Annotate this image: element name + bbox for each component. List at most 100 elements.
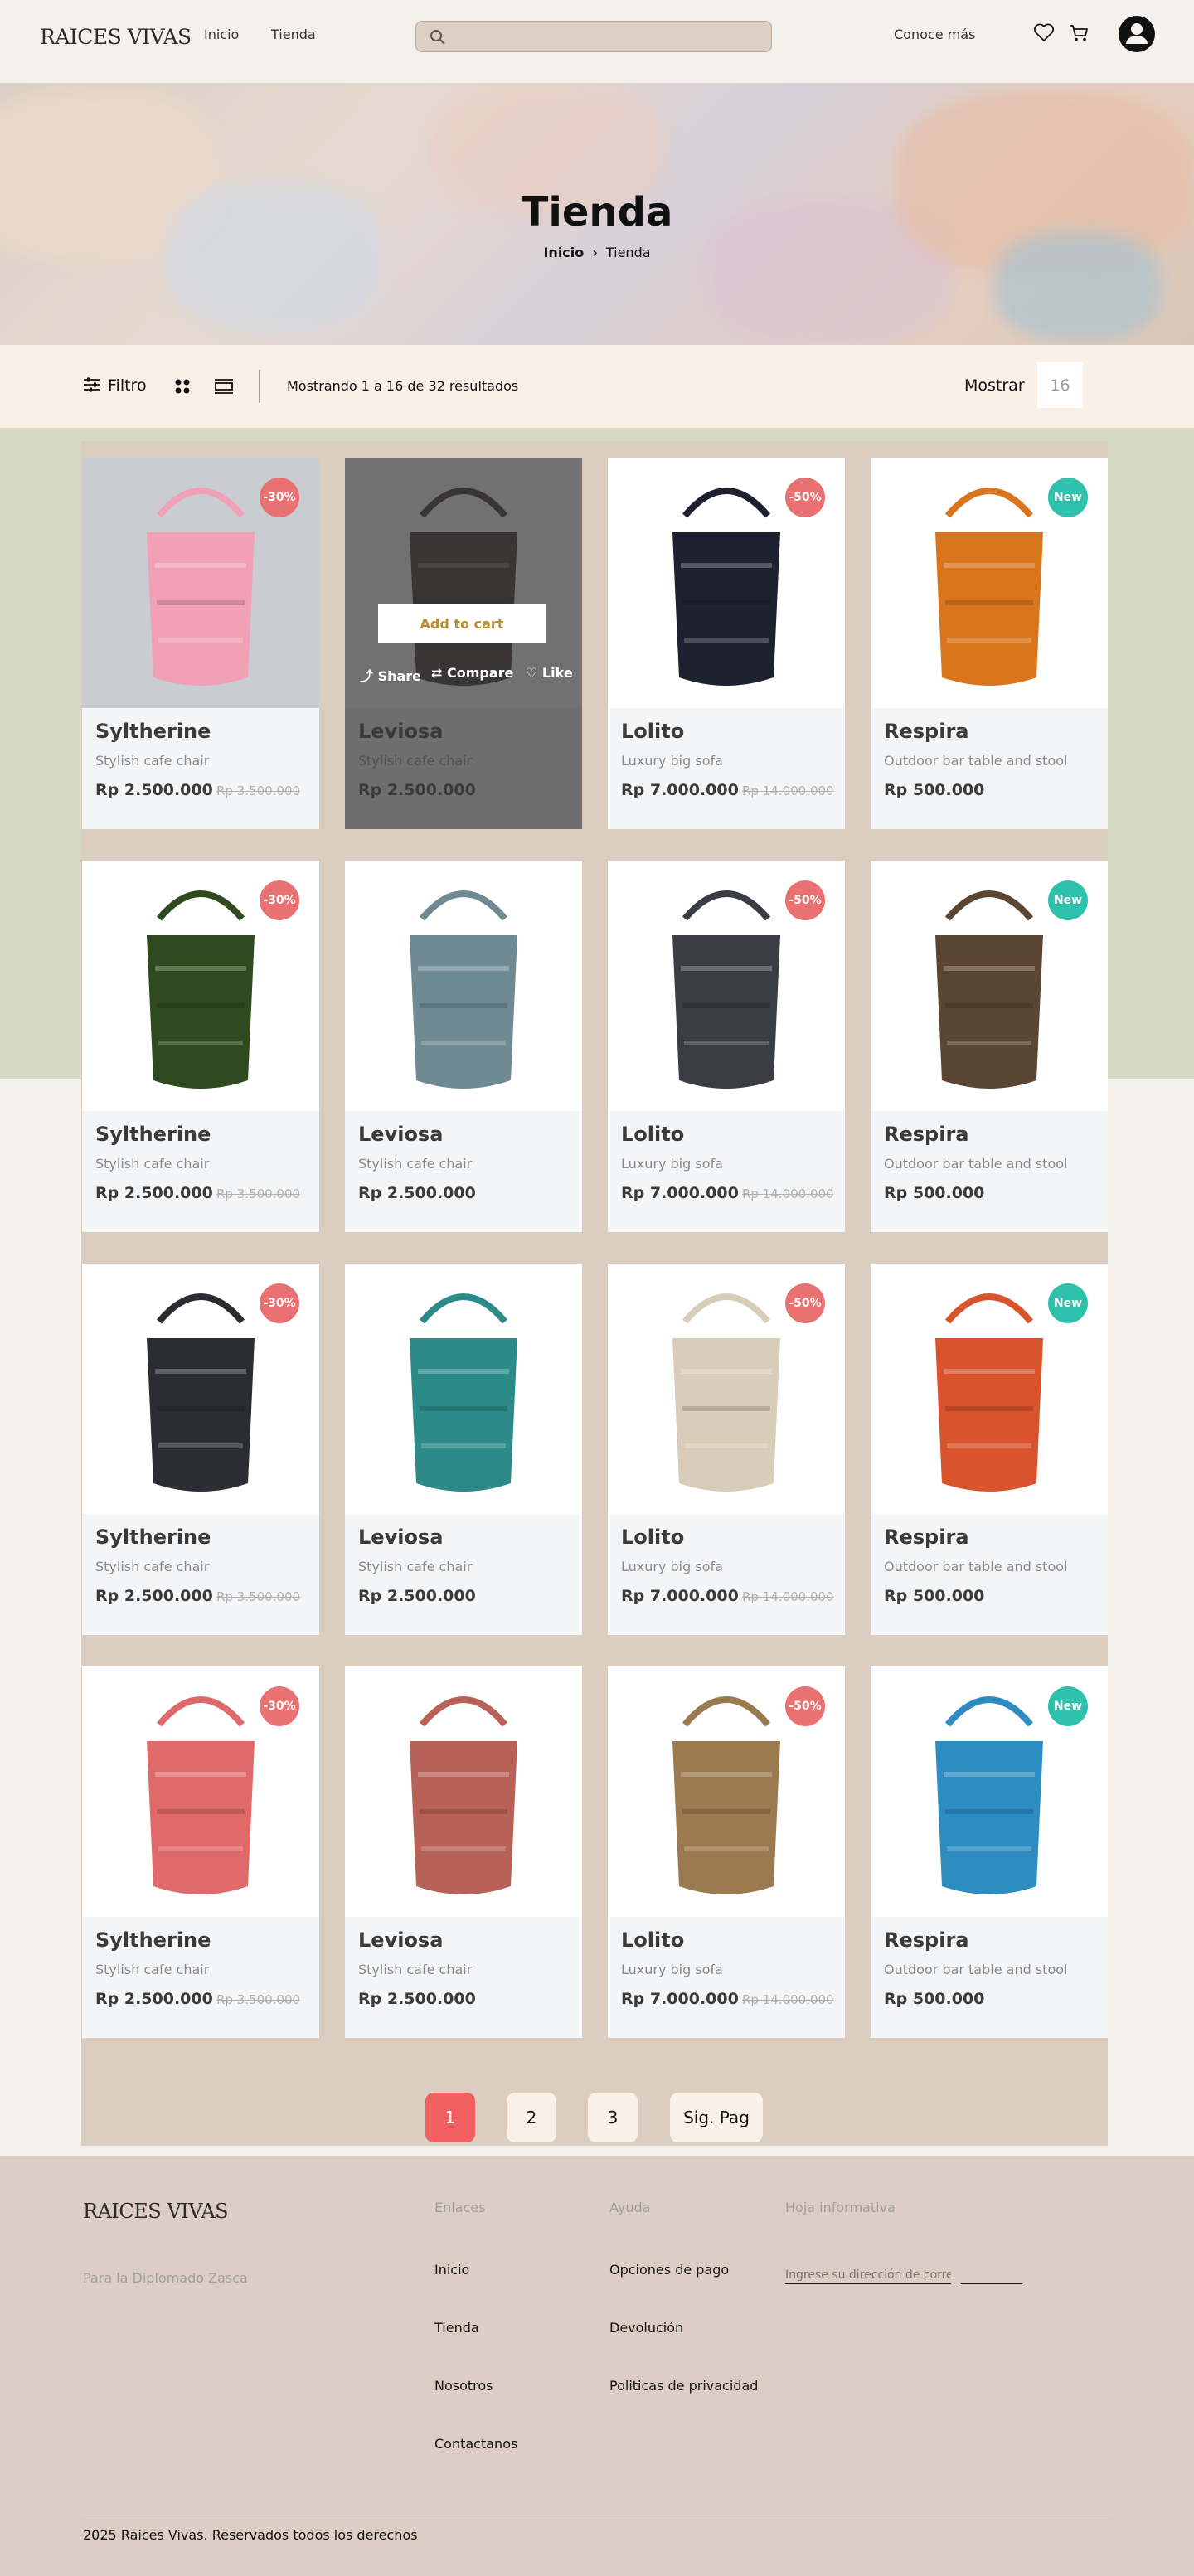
product-name[interactable]: Syltherine xyxy=(95,1928,211,1952)
product-card[interactable]: -50% Lolito Luxury big sofa Rp 7.000.000 Rp … xyxy=(608,1666,845,2038)
discount-badge: -50% xyxy=(785,1283,825,1323)
product-price: Rp 7.000.000 xyxy=(621,1990,739,2008)
product-card[interactable]: -30% Syltherine Stylish cafe chair Rp 2.500… xyxy=(82,1666,319,2038)
discount-badge: -50% xyxy=(785,880,825,920)
product-price: Rp 2.500.000 xyxy=(95,1184,213,1202)
product-price: Rp 2.500.000 xyxy=(95,1587,213,1605)
list-view-icon[interactable] xyxy=(214,378,234,395)
product-name[interactable]: Leviosa xyxy=(358,1928,443,1952)
new-badge: New xyxy=(1048,478,1088,517)
product-name[interactable]: Leviosa xyxy=(358,1123,443,1146)
product-name[interactable]: Lolito xyxy=(621,720,684,743)
footer-link-inicio[interactable]: Inicio xyxy=(434,2262,469,2278)
product-card[interactable]: -50% Lolito Luxury big sofa Rp 7.000.000 Rp … xyxy=(608,861,845,1232)
product-name[interactable]: Lolito xyxy=(621,1928,684,1952)
footer-link-nosotros[interactable]: Nosotros xyxy=(434,2378,493,2394)
product-name[interactable]: Respira xyxy=(884,720,968,743)
product-card[interactable]: New Respira Outdoor bar table and stool Rp … xyxy=(871,861,1108,1232)
site-header: RAICES VIVAS Inicio Tienda Conoce más xyxy=(0,0,1194,83)
next-page-button[interactable]: Sig. Pag xyxy=(670,2093,763,2142)
footer-links-heading: Enlaces xyxy=(434,2200,486,2215)
footer-newsletter-heading: Hoja informativa xyxy=(785,2200,896,2215)
nav-tienda[interactable]: Tienda xyxy=(271,27,316,42)
product-card[interactable]: -30% Syltherine Stylish cafe chair Rp 2.500… xyxy=(82,861,319,1232)
product-price: Rp 7.000.000 xyxy=(621,781,739,799)
page-1-button[interactable]: 1 xyxy=(425,2093,475,2142)
product-old-price: Rp 14.000.000 xyxy=(742,1992,834,2007)
product-image[interactable] xyxy=(345,1666,582,1917)
product-card[interactable]: -30% Syltherine Stylish cafe chair Rp 2.500… xyxy=(82,1264,319,1635)
search-input[interactable] xyxy=(456,27,755,48)
product-card[interactable]: Leviosa Stylish cafe chair Rp 2.500.000 xyxy=(345,1264,582,1635)
new-badge: New xyxy=(1048,880,1088,920)
footer-help-returns[interactable]: Devolución xyxy=(609,2320,683,2336)
product-card[interactable]: New Respira Outdoor bar table and stool Rp … xyxy=(871,458,1108,829)
product-name[interactable]: Syltherine xyxy=(95,720,211,743)
new-badge: New xyxy=(1048,1283,1088,1323)
share-button[interactable]: ⤴ Share xyxy=(360,665,421,685)
product-card[interactable]: New Respira Outdoor bar table and stool Rp … xyxy=(871,1264,1108,1635)
product-description: Luxury big sofa xyxy=(621,1962,723,1977)
product-price: Rp 500.000 xyxy=(884,1587,985,1605)
site-logo[interactable]: RAICES VIVAS xyxy=(40,25,192,49)
filter-button[interactable]: Filtro xyxy=(83,376,147,395)
product-old-price: Rp 14.000.000 xyxy=(742,783,834,798)
product-card[interactable]: -50% Lolito Luxury big sofa Rp 7.000.000 Rp … xyxy=(608,1264,845,1635)
compare-label: Compare xyxy=(446,665,514,681)
breadcrumb-inicio[interactable]: Inicio xyxy=(543,245,584,260)
product-price: Rp 500.000 xyxy=(884,781,985,799)
add-to-cart-button[interactable]: Add to cart xyxy=(378,604,546,643)
product-card[interactable]: LeviosaStylish cafe chairRp 2.500.000Add… xyxy=(345,458,582,829)
product-name[interactable]: Respira xyxy=(884,1123,968,1146)
product-name[interactable]: Respira xyxy=(884,1928,968,1952)
discount-badge: -30% xyxy=(260,478,299,517)
product-card[interactable]: New Respira Outdoor bar table and stool Rp … xyxy=(871,1666,1108,2038)
product-card[interactable]: -30% Syltherine Stylish cafe chair Rp 2.500… xyxy=(82,458,319,829)
product-image[interactable] xyxy=(345,1264,582,1514)
product-price: Rp 7.000.000 xyxy=(621,1184,739,1202)
footer-link-contactanos[interactable]: Contactanos xyxy=(434,2436,517,2452)
results-count: Mostrando 1 a 16 de 32 resultados xyxy=(287,378,519,394)
footer-help-privacy[interactable]: Politicas de privacidad xyxy=(609,2378,758,2394)
newsletter-subscribe-button[interactable] xyxy=(961,2266,1022,2284)
heart-icon[interactable] xyxy=(1033,23,1055,43)
product-description: Outdoor bar table and stool xyxy=(884,1962,1068,1977)
user-account-icon[interactable] xyxy=(1118,15,1156,53)
page-3-button[interactable]: 3 xyxy=(588,2093,638,2142)
conoce-mas-link[interactable]: Conoce más xyxy=(894,27,975,42)
cart-icon[interactable] xyxy=(1068,23,1090,43)
grid-view-icon[interactable] xyxy=(174,378,191,395)
product-name[interactable]: Lolito xyxy=(621,1526,684,1549)
like-button[interactable]: ♡ Like xyxy=(526,665,573,681)
heart-icon: ♡ xyxy=(526,665,542,681)
breadcrumb-tienda: Tienda xyxy=(605,245,651,260)
product-name[interactable]: Lolito xyxy=(621,1123,684,1146)
product-description: Outdoor bar table and stool xyxy=(884,753,1068,769)
product-image[interactable] xyxy=(345,861,582,1111)
product-card[interactable]: -50% Lolito Luxury big sofa Rp 7.000.000 Rp … xyxy=(608,458,845,829)
chevron-right-icon: › xyxy=(592,245,598,260)
compare-icon: ⇄ xyxy=(431,665,447,681)
product-description: Outdoor bar table and stool xyxy=(884,1559,1068,1574)
product-name[interactable]: Syltherine xyxy=(95,1526,211,1549)
product-price: Rp 7.000.000 xyxy=(621,1587,739,1605)
footer-help-payment[interactable]: Opciones de pago xyxy=(609,2262,729,2278)
newsletter-email-input[interactable] xyxy=(785,2266,951,2284)
footer-link-tienda[interactable]: Tienda xyxy=(434,2320,479,2336)
page-2-button[interactable]: 2 xyxy=(507,2093,556,2142)
compare-button[interactable]: ⇄ Compare xyxy=(431,665,513,681)
product-name[interactable]: Leviosa xyxy=(358,1526,443,1549)
product-card[interactable]: Leviosa Stylish cafe chair Rp 2.500.000 xyxy=(345,1666,582,2038)
product-description: Stylish cafe chair xyxy=(95,1559,210,1574)
product-name[interactable]: Syltherine xyxy=(95,1123,211,1146)
site-footer: RAICES VIVAS Para la Diplomado Zasca Enl… xyxy=(0,2156,1194,2576)
nav-inicio[interactable]: Inicio xyxy=(204,27,239,42)
product-name[interactable]: Respira xyxy=(884,1526,968,1549)
search-bar xyxy=(415,21,772,52)
discount-badge: -30% xyxy=(260,1686,299,1726)
page-title: Tienda xyxy=(521,189,673,235)
product-card[interactable]: Leviosa Stylish cafe chair Rp 2.500.000 xyxy=(345,861,582,1232)
hero-banner: Tienda Inicio › Tienda xyxy=(0,83,1194,345)
product-price: Rp 2.500.000 xyxy=(358,1990,476,2008)
show-count-input[interactable] xyxy=(1037,362,1083,408)
